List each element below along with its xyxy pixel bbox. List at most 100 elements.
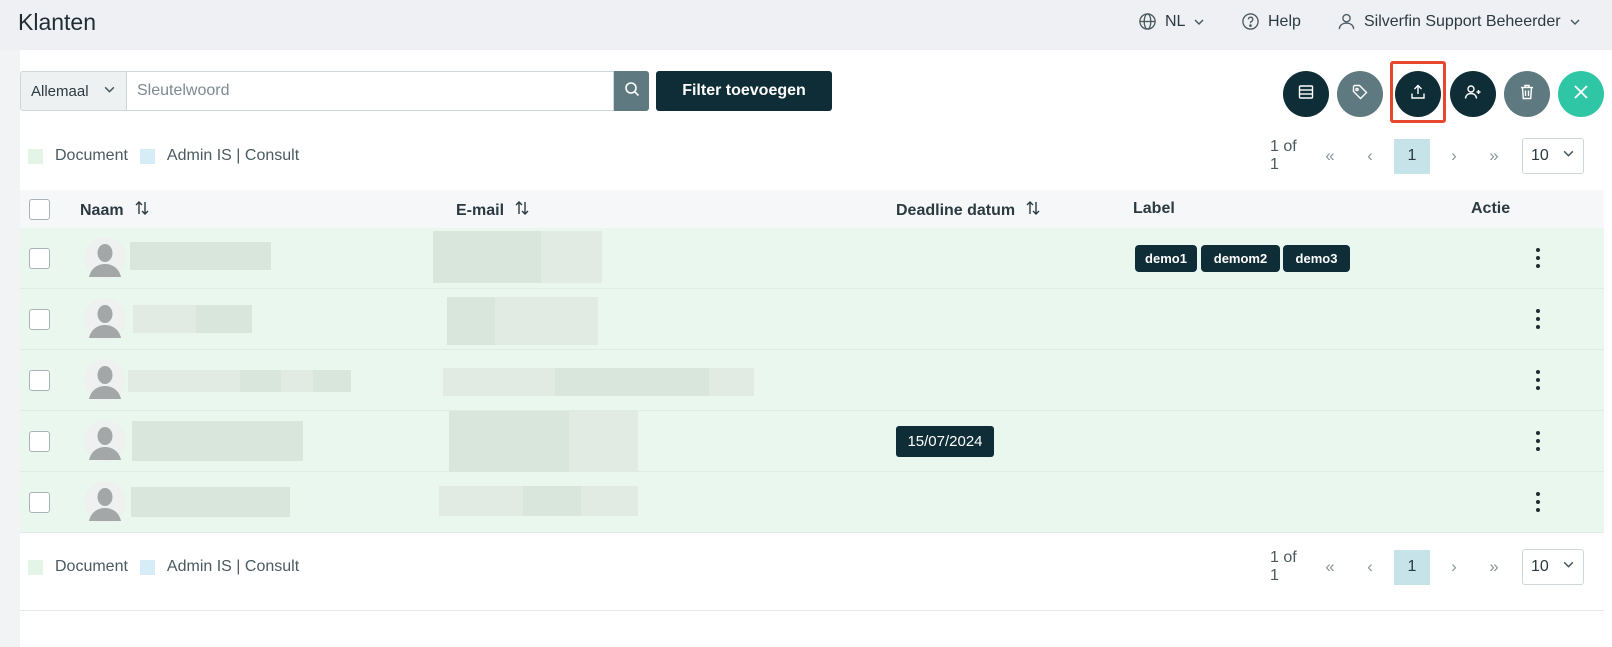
page-1-button[interactable]: 1 [1394, 138, 1430, 174]
row-menu-icon[interactable] [1534, 309, 1542, 329]
upload-button-highlight [1390, 61, 1446, 123]
add-user-icon [1464, 83, 1482, 106]
chevron-down-icon [1569, 16, 1581, 28]
redacted-name [130, 242, 271, 270]
main-content: Allemaal Filter toevoegen [20, 50, 1612, 647]
search-icon [624, 81, 640, 102]
legend-label-document: Document [55, 558, 128, 575]
avatar [84, 359, 126, 401]
sort-icon [134, 200, 150, 221]
first-page-button[interactable]: « [1310, 146, 1350, 166]
column-header-email[interactable]: E-mail [456, 200, 530, 221]
row-menu-icon[interactable] [1534, 370, 1542, 390]
redacted-email [439, 486, 523, 516]
divider [20, 610, 1604, 611]
last-page-button[interactable]: » [1474, 146, 1514, 166]
row-checkbox[interactable] [29, 370, 50, 391]
redacted-email [449, 411, 569, 472]
add-user-button[interactable] [1450, 71, 1496, 117]
table-header: Naam E-mail Deadline datum Label Actie [20, 190, 1604, 228]
user-menu[interactable]: Silverfin Support Beheerder [1337, 12, 1581, 31]
search-button[interactable] [614, 71, 649, 111]
language-label: NL [1165, 12, 1186, 30]
language-selector[interactable]: NL [1138, 12, 1205, 31]
globe-icon [1138, 12, 1157, 31]
first-page-button[interactable]: « [1310, 557, 1350, 577]
legend: Document Admin IS | Consult [28, 147, 311, 165]
row-menu-icon[interactable] [1534, 492, 1542, 512]
row-checkbox[interactable] [29, 309, 50, 330]
previous-page-button[interactable]: ‹ [1350, 146, 1390, 166]
legend-swatch-admin [139, 148, 155, 164]
redacted-email [443, 368, 555, 396]
avatar [84, 420, 126, 462]
legend-swatch-document [28, 148, 43, 164]
table-row[interactable]: demo1 demom2 demo3 [20, 228, 1604, 289]
previous-page-button[interactable]: ‹ [1350, 557, 1390, 577]
sort-icon [514, 200, 530, 221]
tag-button[interactable] [1337, 71, 1383, 117]
column-header-deadline[interactable]: Deadline datum [896, 200, 1041, 221]
scope-select[interactable]: Allemaal [20, 71, 126, 111]
table-row[interactable]: 15/07/2024 [20, 411, 1604, 472]
search-input[interactable] [126, 71, 614, 111]
next-page-button[interactable]: › [1434, 146, 1474, 166]
chevron-down-icon [103, 83, 116, 100]
next-page-button[interactable]: › [1434, 557, 1474, 577]
column-label-name: Naam [80, 201, 124, 219]
page-info: 1 of 1 [1270, 549, 1297, 584]
table-row[interactable] [20, 472, 1604, 533]
deadline-date: 15/07/2024 [896, 426, 994, 457]
pagination-bottom: 1 of 1 « ‹ 1 › » 10 [1270, 549, 1584, 585]
label-tag: demom2 [1201, 245, 1280, 272]
legend-swatch-admin [139, 559, 155, 575]
page-info: 1 of 1 [1270, 138, 1297, 173]
help-label: Help [1268, 12, 1301, 30]
column-header-name[interactable]: Naam [80, 200, 150, 221]
legend-bottom: Document Admin IS | Consult [28, 558, 311, 576]
help-icon [1241, 12, 1260, 31]
help-link[interactable]: Help [1241, 12, 1301, 31]
user-name: Silverfin Support Beheerder [1364, 12, 1561, 30]
chevron-down-icon [1193, 16, 1205, 28]
page-size-select[interactable]: 10 [1522, 138, 1584, 174]
column-label-email: E-mail [456, 201, 505, 219]
pagination-top: 1 of 1 « ‹ 1 › » 10 [1270, 138, 1584, 174]
user-icon [1337, 12, 1356, 31]
search-bar: Allemaal [20, 71, 649, 111]
legend-label-admin: Admin IS | Consult [166, 147, 300, 164]
redacted-email [447, 297, 495, 345]
redacted-name [128, 370, 240, 392]
close-button[interactable] [1558, 71, 1604, 117]
tag-icon [1351, 83, 1369, 106]
row-checkbox[interactable] [29, 248, 50, 269]
add-filter-button[interactable]: Filter toevoegen [656, 71, 832, 111]
page-size-value: 10 [1531, 558, 1549, 575]
page-1-button[interactable]: 1 [1394, 549, 1430, 585]
chevron-down-icon [1562, 147, 1575, 165]
redacted-name [133, 305, 196, 333]
table-row[interactable] [20, 289, 1604, 350]
page-size-value: 10 [1531, 147, 1549, 164]
table-view-icon [1297, 83, 1315, 106]
column-header-label: Label [1133, 200, 1175, 217]
row-checkbox[interactable] [29, 431, 50, 452]
avatar [84, 298, 126, 340]
row-menu-icon[interactable] [1534, 431, 1542, 451]
avatar [84, 237, 126, 279]
row-menu-icon[interactable] [1534, 248, 1542, 268]
close-icon [1572, 83, 1590, 106]
trash-icon [1518, 83, 1536, 106]
column-header-action: Actie [1471, 200, 1511, 217]
select-all-checkbox[interactable] [29, 199, 50, 220]
page-size-select[interactable]: 10 [1522, 549, 1584, 585]
top-bar: Klanten NL Help Silverfin Support Beheer… [0, 0, 1612, 50]
table-view-button[interactable] [1283, 71, 1329, 117]
sort-icon [1025, 200, 1041, 221]
last-page-button[interactable]: » [1474, 557, 1514, 577]
redacted-name [131, 487, 290, 517]
redacted-email [433, 231, 541, 283]
table-row[interactable] [20, 350, 1604, 411]
row-checkbox[interactable] [29, 492, 50, 513]
delete-button[interactable] [1504, 71, 1550, 117]
